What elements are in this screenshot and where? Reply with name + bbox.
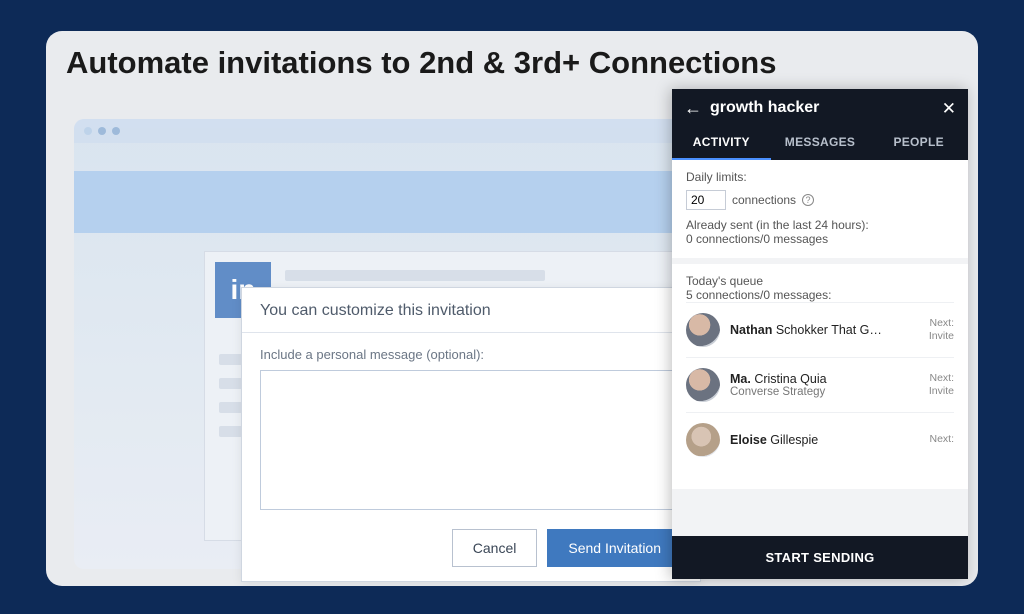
queue-item-name: Nathan Schokker That G… — [730, 323, 919, 337]
queue-item-next: Next: Invite — [929, 317, 954, 343]
close-icon[interactable]: ✕ — [942, 100, 956, 117]
panel-title: growth hacker — [710, 99, 934, 117]
queue-label: Today's queue — [686, 274, 954, 288]
page-title: Automate invitations to 2nd & 3rd+ Conne… — [66, 45, 776, 81]
queue-item-name: Ma. Cristina Quia — [730, 372, 919, 386]
feature-card: Automate invitations to 2nd & 3rd+ Conne… — [46, 31, 978, 586]
message-field-label: Include a personal message (optional): — [260, 347, 682, 362]
send-invitation-button[interactable]: Send Invitation — [547, 529, 682, 567]
queue-summary: 5 connections/0 messages: — [686, 288, 954, 302]
window-dot — [84, 127, 92, 135]
window-dot — [112, 127, 120, 135]
avatar — [686, 313, 720, 347]
tab-activity[interactable]: ACTIVITY — [672, 125, 771, 160]
modal-footer: Cancel Send Invitation — [242, 529, 700, 581]
tab-people[interactable]: PEOPLE — [869, 125, 968, 160]
placeholder-line — [285, 270, 545, 281]
panel-header-area: ← growth hacker ✕ ACTIVITY MESSAGES PEOP… — [672, 89, 968, 160]
back-arrow-icon[interactable]: ← — [684, 99, 702, 117]
personal-message-textarea[interactable] — [260, 370, 682, 510]
queue-item-next: Next: — [929, 433, 954, 446]
queue-item[interactable]: Nathan Schokker That G… Next: Invite — [686, 302, 954, 357]
limits-unit: connections — [732, 193, 796, 207]
queue-item-name: Eloise Gillespie — [730, 433, 919, 447]
modal-title: You can customize this invitation — [242, 288, 700, 333]
queue-item-next: Next: Invite — [929, 372, 954, 398]
queue-item[interactable]: Eloise Gillespie Next: — [686, 412, 954, 457]
connections-limit-input[interactable] — [686, 190, 726, 210]
limits-section: Daily limits: connections ? Already sent… — [672, 160, 968, 258]
customize-invitation-modal: You can customize this invitation Includ… — [241, 287, 701, 582]
start-sending-button[interactable]: START SENDING — [672, 536, 968, 579]
modal-body: Include a personal message (optional): — [242, 333, 700, 529]
queue-item[interactable]: Ma. Cristina Quia Converse Strategy Next… — [686, 357, 954, 412]
info-icon[interactable]: ? — [802, 194, 814, 206]
avatar — [686, 368, 720, 402]
already-sent-label: Already sent (in the last 24 hours): — [686, 218, 954, 232]
extension-panel: ← growth hacker ✕ ACTIVITY MESSAGES PEOP… — [672, 89, 968, 579]
already-sent-value: 0 connections/0 messages — [686, 232, 954, 246]
panel-body: Daily limits: connections ? Already sent… — [672, 160, 968, 536]
tab-bar: ACTIVITY MESSAGES PEOPLE — [672, 125, 968, 160]
queue-item-subtitle: Converse Strategy — [730, 386, 919, 398]
daily-limits-label: Daily limits: — [686, 170, 954, 184]
window-dot — [98, 127, 106, 135]
tab-messages[interactable]: MESSAGES — [771, 125, 870, 160]
queue-section: Today's queue 5 connections/0 messages: … — [672, 264, 968, 489]
avatar — [686, 423, 720, 457]
cancel-button[interactable]: Cancel — [452, 529, 538, 567]
